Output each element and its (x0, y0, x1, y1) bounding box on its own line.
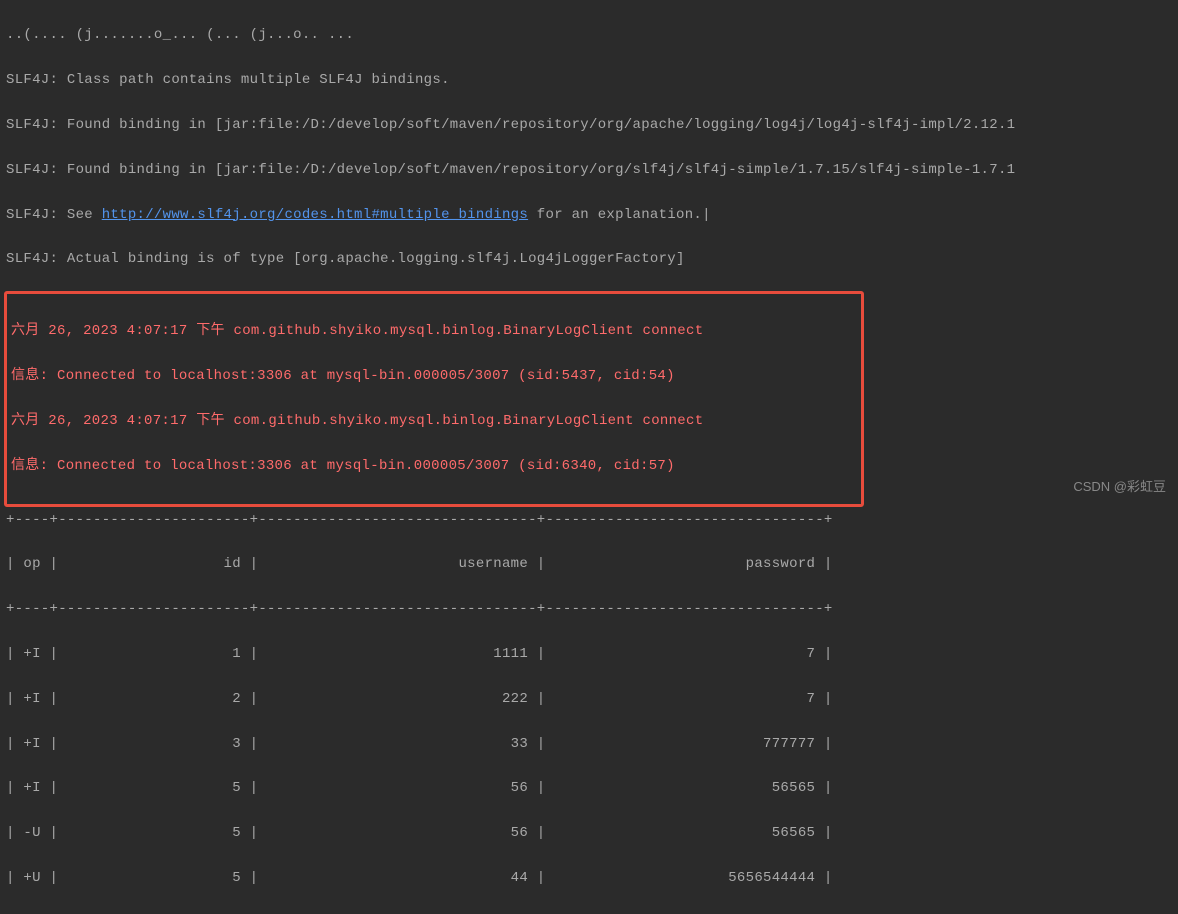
table-row: | +I | 2 | 222 | 7 | (6, 688, 1172, 710)
table-header: | op | id | username | password | (6, 553, 1172, 575)
watermark: CSDN @彩虹豆 (1073, 477, 1166, 498)
table-row: | +U | 5 | 44 | 5656544444 | (6, 867, 1172, 889)
log-line-slf4j: SLF4J: See http://www.slf4j.org/codes.ht… (6, 204, 1172, 226)
table-border: +----+----------------------+-----------… (6, 598, 1172, 620)
highlighted-log-box: 六月 26, 2023 4:07:17 下午 com.github.shyiko… (4, 291, 864, 507)
console-output: ..(.... (j.......o_... (... (j...o.. ...… (0, 0, 1178, 914)
log-line-info: 信息: Connected to localhost:3306 at mysql… (11, 365, 857, 387)
table-row: | +I | 1 | 1111 | 7 | (6, 643, 1172, 665)
log-line-slf4j: SLF4J: Found binding in [jar:file:/D:/de… (6, 114, 1172, 136)
table-row: | +I | 5 | 56 | 56565 | (6, 777, 1172, 799)
log-line-slf4j: SLF4J: Class path contains multiple SLF4… (6, 69, 1172, 91)
log-line-connect: 六月 26, 2023 4:07:17 下午 com.github.shyiko… (11, 320, 857, 342)
table-row: | -U | 5 | 56 | 56565 | (6, 822, 1172, 844)
log-line-fragment: ..(.... (j.......o_... (... (j...o.. ... (6, 24, 1172, 46)
table-border: +----+----------------------+-----------… (6, 509, 1172, 531)
slf4j-link[interactable]: http://www.slf4j.org/codes.html#multiple… (102, 207, 528, 223)
log-line-connect: 六月 26, 2023 4:07:17 下午 com.github.shyiko… (11, 410, 857, 432)
log-line-info: 信息: Connected to localhost:3306 at mysql… (11, 455, 857, 477)
table-row: | +I | 3 | 33 | 777777 | (6, 733, 1172, 755)
log-line-slf4j: SLF4J: Actual binding is of type [org.ap… (6, 248, 1172, 270)
log-line-slf4j: SLF4J: Found binding in [jar:file:/D:/de… (6, 159, 1172, 181)
